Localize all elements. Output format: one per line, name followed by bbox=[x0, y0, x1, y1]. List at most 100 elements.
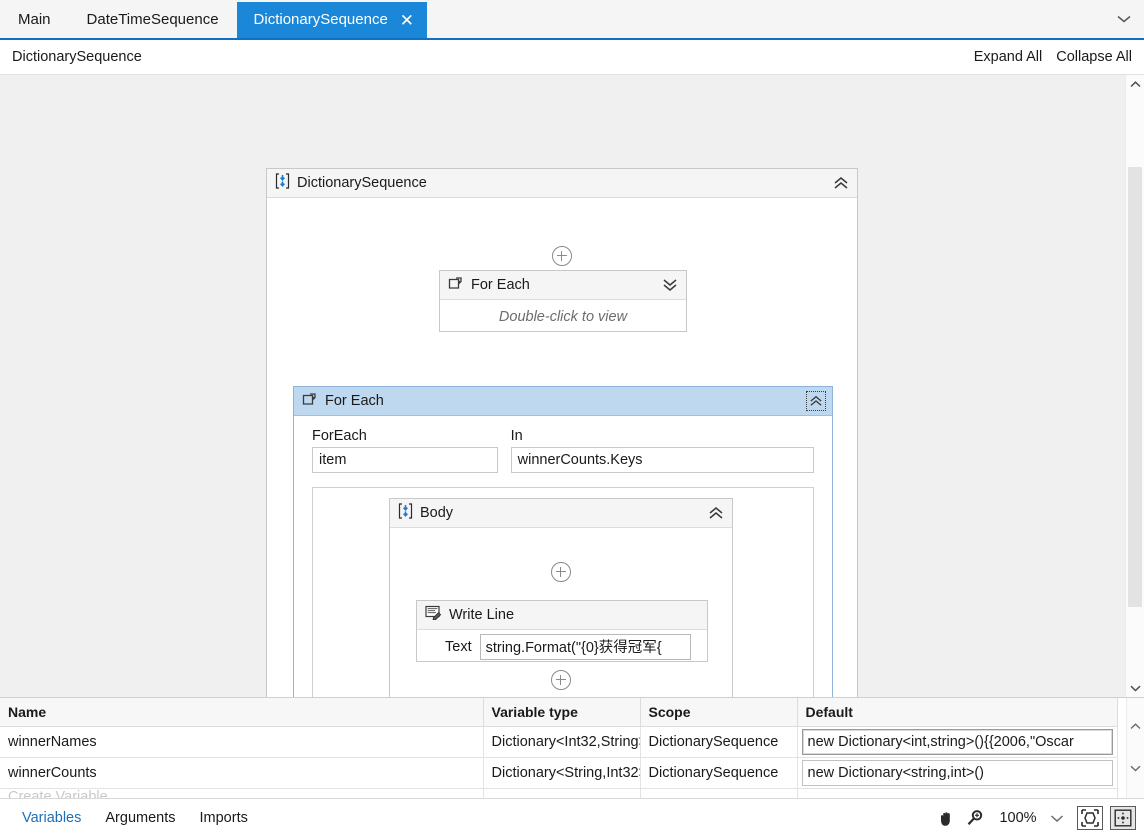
create-variable-cell-empty bbox=[483, 788, 641, 798]
write-line-text-label: Text bbox=[445, 638, 472, 655]
variable-type-cell[interactable]: Dictionary<Int32,String> bbox=[483, 726, 641, 758]
variable-name-cell[interactable]: winnerCounts bbox=[0, 757, 484, 789]
close-icon[interactable]: ✕ bbox=[400, 12, 414, 29]
hand-pan-icon[interactable] bbox=[932, 805, 960, 831]
scroll-up-icon[interactable] bbox=[1126, 75, 1144, 93]
body-sequence-body[interactable]: Write Line Text string.Format("{0}获得冠军{ bbox=[390, 528, 732, 697]
tab-imports[interactable]: Imports bbox=[188, 810, 260, 826]
variable-name-cell[interactable]: winnerNames bbox=[0, 726, 484, 758]
variables-table-header-row: Name Variable type Scope Default bbox=[0, 698, 1118, 727]
sequence-title: DictionarySequence bbox=[297, 175, 427, 191]
foreach-expanded-header[interactable]: For Each bbox=[294, 387, 832, 416]
foreach-item-input[interactable]: item bbox=[312, 447, 498, 473]
designer-canvas-area: DictionarySequence For Each Double-click… bbox=[0, 75, 1144, 697]
create-variable-cell[interactable]: Create Variable bbox=[0, 788, 484, 798]
status-bar: Variables Arguments Imports 100% bbox=[0, 798, 1144, 837]
foreach-loop-icon bbox=[302, 392, 318, 411]
tab-datetimesequence[interactable]: DateTimeSequence bbox=[69, 2, 237, 38]
foreach-in-field-group: In winnerCounts.Keys bbox=[510, 428, 814, 473]
sequence-icon bbox=[275, 172, 290, 194]
chevron-down-icon[interactable] bbox=[1112, 8, 1136, 30]
magnifier-zoom-icon[interactable] bbox=[960, 805, 988, 831]
variable-default-input[interactable]: new Dictionary<string,int>() bbox=[801, 760, 1113, 786]
workflow-designer-window: Main DateTimeSequence DictionarySequence… bbox=[0, 0, 1144, 837]
tab-label: DateTimeSequence bbox=[86, 11, 219, 28]
write-line-icon bbox=[425, 605, 442, 625]
variables-panel: Name Variable type Scope Default winnerN… bbox=[0, 697, 1144, 798]
variables-vertical-scrollbar[interactable] bbox=[1126, 698, 1144, 798]
foreach-fields: ForEach item In winnerCounts.Keys bbox=[312, 428, 814, 473]
create-variable-cell-empty bbox=[797, 788, 1118, 798]
scroll-down-icon[interactable] bbox=[1126, 679, 1144, 697]
table-row[interactable]: winnerNames Dictionary<Int32,String> Dic… bbox=[0, 726, 1118, 758]
variable-default-cell[interactable]: new Dictionary<int,string>(){{2006,"Osca… bbox=[797, 726, 1118, 758]
foreach-collapsed-header[interactable]: For Each bbox=[440, 271, 686, 300]
tab-arguments[interactable]: Arguments bbox=[93, 810, 187, 826]
activity-foreach-collapsed[interactable]: For Each Double-click to view bbox=[439, 270, 687, 332]
activity-sequence-dictionarysequence[interactable]: DictionarySequence For Each Double-click… bbox=[266, 168, 858, 697]
foreach-loop-icon bbox=[448, 276, 464, 295]
sequence-icon bbox=[398, 502, 413, 524]
scroll-up-icon[interactable] bbox=[1127, 718, 1144, 735]
chevron-double-down-icon[interactable] bbox=[660, 275, 680, 295]
add-activity-button[interactable] bbox=[552, 246, 572, 266]
breadcrumb[interactable]: DictionarySequence bbox=[12, 49, 142, 65]
create-variable-cell-empty bbox=[640, 788, 798, 798]
fit-to-screen-icon[interactable] bbox=[1077, 806, 1103, 830]
foreach-in-label: In bbox=[510, 428, 523, 444]
column-header-variable-type[interactable]: Variable type bbox=[483, 698, 641, 727]
activity-write-line[interactable]: Write Line Text string.Format("{0}获得冠军{ bbox=[416, 600, 708, 662]
write-line-body: Text string.Format("{0}获得冠军{ bbox=[417, 630, 707, 663]
tab-dictionarysequence[interactable]: DictionarySequence ✕ bbox=[236, 2, 428, 38]
sequence-body[interactable]: For Each Double-click to view For Each F… bbox=[267, 198, 857, 697]
add-activity-button[interactable] bbox=[551, 562, 571, 582]
write-line-text-input[interactable]: string.Format("{0}获得冠军{ bbox=[479, 633, 691, 660]
column-header-name[interactable]: Name bbox=[0, 698, 484, 727]
zoom-level-label: 100% bbox=[999, 810, 1037, 826]
foreach-body-dropzone[interactable]: Body Write Line Text string.Format("{0}获… bbox=[312, 487, 814, 697]
body-header[interactable]: Body bbox=[390, 499, 732, 528]
write-line-title: Write Line bbox=[449, 607, 515, 623]
foreach-collapsed-body[interactable]: Double-click to view bbox=[440, 300, 686, 333]
column-header-default[interactable]: Default bbox=[797, 698, 1118, 727]
add-activity-button[interactable] bbox=[551, 670, 571, 690]
body-title: Body bbox=[420, 505, 454, 521]
tab-main[interactable]: Main bbox=[0, 2, 69, 38]
tab-label: DictionarySequence bbox=[253, 11, 388, 28]
scrollbar-thumb[interactable] bbox=[1128, 167, 1142, 607]
variable-scope-cell[interactable]: DictionarySequence bbox=[640, 757, 798, 789]
double-click-hint: Double-click to view bbox=[498, 308, 628, 325]
chevron-double-up-icon[interactable] bbox=[706, 503, 726, 523]
collapse-all-button[interactable]: Collapse All bbox=[1056, 49, 1132, 65]
expand-all-button[interactable]: Expand All bbox=[974, 49, 1043, 65]
designer-canvas[interactable]: DictionarySequence For Each Double-click… bbox=[0, 75, 1126, 697]
foreach-in-input[interactable]: winnerCounts.Keys bbox=[510, 447, 814, 473]
foreach-expanded-body: ForEach item In winnerCounts.Keys Body W… bbox=[294, 416, 832, 697]
tab-label: Main bbox=[18, 11, 51, 28]
sequence-header[interactable]: DictionarySequence bbox=[267, 169, 857, 198]
chevron-double-up-icon[interactable] bbox=[806, 391, 826, 411]
variables-table: Name Variable type Scope Default winnerN… bbox=[0, 698, 1118, 798]
canvas-vertical-scrollbar[interactable] bbox=[1125, 75, 1144, 697]
variable-type-cell[interactable]: Dictionary<String,Int32> bbox=[483, 757, 641, 789]
activity-foreach-expanded[interactable]: For Each ForEach item In winnerCounts.Ke… bbox=[293, 386, 833, 697]
variable-default-cell[interactable]: new Dictionary<string,int>() bbox=[797, 757, 1118, 789]
foreach-collapsed-title: For Each bbox=[471, 277, 530, 293]
tab-strip: Main DateTimeSequence DictionarySequence… bbox=[0, 0, 1144, 40]
activity-sequence-body[interactable]: Body Write Line Text string.Format("{0}获… bbox=[389, 498, 733, 697]
variable-scope-cell[interactable]: DictionarySequence bbox=[640, 726, 798, 758]
chevron-double-up-icon[interactable] bbox=[831, 173, 851, 193]
foreach-item-field-group: ForEach item bbox=[312, 428, 498, 473]
tab-variables[interactable]: Variables bbox=[10, 810, 93, 826]
write-line-header[interactable]: Write Line bbox=[417, 601, 707, 630]
scroll-down-icon[interactable] bbox=[1127, 760, 1144, 777]
variable-default-input[interactable]: new Dictionary<int,string>(){{2006,"Osca… bbox=[801, 729, 1113, 755]
foreach-expanded-title: For Each bbox=[325, 393, 384, 409]
create-variable-row[interactable]: Create Variable bbox=[0, 788, 1118, 798]
reset-view-icon[interactable] bbox=[1110, 806, 1136, 830]
foreach-item-label: ForEach bbox=[312, 428, 367, 444]
column-header-scope[interactable]: Scope bbox=[640, 698, 798, 727]
table-row[interactable]: winnerCounts Dictionary<String,Int32> Di… bbox=[0, 757, 1118, 789]
breadcrumb-bar: DictionarySequence Expand All Collapse A… bbox=[0, 40, 1144, 75]
chevron-down-icon[interactable] bbox=[1044, 806, 1070, 830]
